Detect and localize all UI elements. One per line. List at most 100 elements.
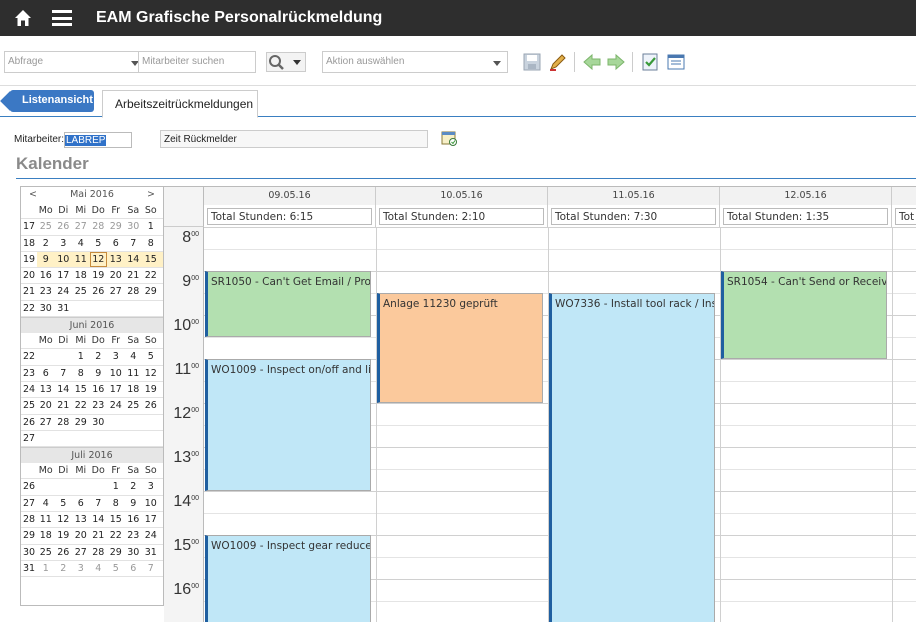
arrow-left-icon[interactable] [582, 52, 602, 72]
calendar-day[interactable]: 14 [55, 382, 73, 397]
calendar-day[interactable]: 30 [37, 301, 55, 316]
calendar-day[interactable]: 20 [107, 268, 125, 283]
search-dropdown-button[interactable] [266, 52, 306, 72]
calendar-week-row[interactable]: 29 18 19 20 21 22 23 24 [21, 528, 163, 545]
calendar-day[interactable] [90, 431, 108, 446]
calendar-day[interactable]: 12 [142, 366, 160, 381]
save-icon[interactable] [522, 52, 542, 72]
calendar-day[interactable] [37, 349, 55, 364]
week-number[interactable]: 29 [21, 528, 37, 544]
calendar-week-row[interactable]: 18 2 3 4 5 6 7 8 [21, 235, 163, 252]
week-number[interactable]: 23 [21, 365, 37, 381]
calendar-day[interactable]: 1 [37, 561, 55, 576]
calendar-day[interactable]: 21 [125, 268, 143, 283]
time-entry-event[interactable]: SR1050 - Can't Get Email / Probl [205, 271, 371, 337]
week-number[interactable]: 26 [21, 479, 37, 495]
next-month-button[interactable]: > [147, 189, 155, 200]
calendar-day[interactable] [125, 415, 143, 430]
calendar-day[interactable]: 9 [90, 366, 108, 381]
calendar-week-row[interactable]: 20 16 17 18 19 20 21 22 [21, 268, 163, 285]
calendar-week-row[interactable]: 28 11 12 13 14 15 16 17 [21, 512, 163, 529]
calendar-day[interactable]: 13 [72, 512, 90, 527]
calendar-day[interactable]: 2 [125, 479, 143, 494]
calendar-day[interactable]: 27 [72, 219, 90, 234]
calendar-day[interactable]: 18 [125, 382, 143, 397]
calendar-day[interactable]: 16 [37, 268, 55, 283]
calendar-day[interactable]: 6 [125, 561, 143, 576]
calendar-day[interactable]: 16 [90, 382, 108, 397]
calendar-day[interactable]: 26 [55, 219, 73, 234]
calendar-day[interactable]: 28 [125, 284, 143, 299]
calendar-day[interactable]: 7 [90, 496, 108, 511]
calendar-day[interactable]: 13 [37, 382, 55, 397]
calendar-day[interactable]: 22 [107, 528, 125, 543]
calendar-day[interactable]: 6 [37, 366, 55, 381]
time-entry-event[interactable]: Anlage 11230 geprüft [377, 293, 543, 403]
calendar-day[interactable]: 15 [107, 512, 125, 527]
calendar-day[interactable]: 14 [125, 252, 143, 267]
calendar-week-row[interactable]: 27 4 5 6 7 8 9 10 [21, 495, 163, 513]
calendar-day[interactable] [90, 479, 108, 494]
calendar-day[interactable]: 30 [125, 219, 143, 234]
week-number[interactable]: 22 [21, 300, 37, 317]
calendar-day[interactable]: 3 [72, 561, 90, 576]
calendar-week-row[interactable]: 23 6 7 8 9 10 11 12 [21, 365, 163, 382]
calendar-day[interactable]: 3 [55, 236, 73, 251]
calendar-day[interactable]: 30 [125, 545, 143, 560]
calendar-day[interactable]: 23 [90, 398, 108, 413]
calendar-week-row[interactable]: 25 20 21 22 23 24 25 26 [21, 398, 163, 415]
calendar-day[interactable]: 31 [142, 545, 160, 560]
calendar-day[interactable]: 28 [90, 219, 108, 234]
calendar-day[interactable]: 26 [90, 284, 108, 299]
calendar-day[interactable] [37, 431, 55, 446]
calendar-day[interactable]: 1 [72, 349, 90, 364]
calendar-day[interactable]: 8 [72, 366, 90, 381]
calendar-day[interactable]: 10 [55, 252, 73, 267]
calendar-week-row[interactable]: 30 25 26 27 28 29 30 31 [21, 544, 163, 561]
calendar-day[interactable]: 7 [125, 236, 143, 251]
calendar-day[interactable]: 29 [72, 415, 90, 430]
hamburger-menu-icon[interactable] [52, 10, 72, 26]
calendar-day[interactable]: 22 [142, 268, 160, 283]
calendar-day[interactable] [72, 479, 90, 494]
calendar-day[interactable]: 4 [72, 236, 90, 251]
calendar-day[interactable]: 4 [37, 496, 55, 511]
calendar-day[interactable] [107, 431, 125, 446]
calendar-week-row[interactable]: 22 30 31 [21, 300, 163, 318]
calendar-day[interactable]: 9 [37, 252, 55, 267]
calendar-day[interactable]: 3 [107, 349, 125, 364]
action-select[interactable]: Aktion auswählen [322, 51, 508, 73]
calendar-day[interactable]: 1 [107, 479, 125, 494]
calendar-day[interactable] [142, 415, 160, 430]
calendar-day[interactable]: 21 [90, 528, 108, 543]
edit-pencil-icon[interactable] [548, 52, 568, 72]
calendar-day[interactable]: 21 [55, 398, 73, 413]
time-entry-event[interactable]: SR1054 - Can't Send or Receive [721, 271, 887, 359]
calendar-week-row[interactable]: 24 13 14 15 16 17 18 19 [21, 381, 163, 399]
calendar-day[interactable]: 6 [107, 236, 125, 251]
calendar-day[interactable]: 9 [125, 496, 143, 511]
calendar-day[interactable]: 26 [142, 398, 160, 413]
calendar-day[interactable]: 20 [37, 398, 55, 413]
employee-search-input[interactable]: Mitarbeiter suchen [138, 51, 256, 73]
calendar-day[interactable]: 11 [72, 252, 90, 267]
week-number[interactable]: 21 [21, 284, 37, 300]
calendar-day[interactable]: 4 [125, 349, 143, 364]
calendar-day[interactable]: 7 [55, 366, 73, 381]
calendar-week-row[interactable]: 26 1 2 3 [21, 479, 163, 496]
calendar-day[interactable]: 27 [37, 415, 55, 430]
calendar-day[interactable]: 7 [142, 561, 160, 576]
calendar-day[interactable]: 17 [142, 512, 160, 527]
time-entry-event[interactable]: WO1009 - Inspect gear reducer [205, 535, 371, 622]
week-number[interactable]: 22 [21, 349, 37, 365]
calendar-day[interactable]: 13 [107, 252, 125, 267]
calendar-day[interactable]: 25 [72, 284, 90, 299]
calendar-day[interactable]: 17 [107, 382, 125, 397]
week-number[interactable]: 25 [21, 398, 37, 414]
week-number[interactable]: 24 [21, 381, 37, 398]
calendar-day[interactable] [55, 479, 73, 494]
calendar-week-row[interactable]: 22 1 2 3 4 5 [21, 349, 163, 366]
details-form-icon[interactable] [666, 52, 686, 72]
calendar-day[interactable]: 19 [55, 528, 73, 543]
calendar-day[interactable]: 18 [72, 268, 90, 283]
